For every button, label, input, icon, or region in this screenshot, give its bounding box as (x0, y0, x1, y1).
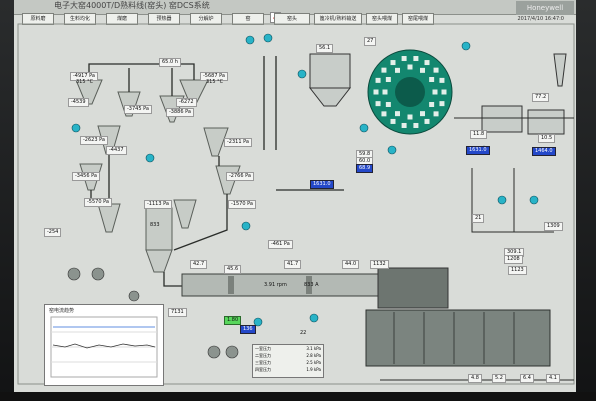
process-value-23[interactable]: 44.0 (342, 260, 360, 269)
process-value-47[interactable]: 4.8 (468, 374, 482, 383)
silo-chute (381, 111, 387, 117)
silo-chute (439, 101, 445, 107)
process-value-46[interactable]: 1309 (544, 222, 563, 231)
homogenizing-silo (367, 49, 453, 135)
silo-chute (429, 77, 435, 82)
silo-chute (395, 67, 400, 73)
row-value: 2.5 kPa (306, 360, 321, 365)
row-key: 二室压力 (255, 353, 271, 358)
process-value-6[interactable]: -6272 (176, 98, 197, 107)
silo-chute (381, 67, 387, 73)
preheater-tower (75, 79, 241, 273)
process-value-16[interactable]: -1570 Pa (228, 200, 256, 209)
silo-chute (439, 77, 445, 83)
process-value-43[interactable]: 1208 (504, 255, 523, 264)
process-value-20[interactable]: 42.7 (190, 260, 208, 269)
silo-chute (432, 89, 438, 95)
silo-chute (385, 77, 391, 82)
process-value-8[interactable]: -3886 Pa (166, 108, 194, 117)
process-value-19[interactable]: -461 Pa (268, 240, 293, 249)
row-value: 1.9 kPa (306, 367, 321, 372)
table-row: 一室压力 3.1 kPa (253, 345, 323, 352)
pressure-table: 一室压力 3.1 kPa 二室压力 2.8 kPa 三室压力 2.5 kPa 四室压力 1.9… (252, 344, 324, 378)
process-value-0[interactable]: 65.0 h (159, 58, 181, 67)
silo-chute (407, 114, 413, 120)
process-value-41[interactable]: 1464.0 (532, 147, 556, 156)
trend-chart (50, 316, 158, 378)
process-value-2[interactable]: 315 °C (74, 79, 95, 86)
silo-chute (424, 60, 430, 66)
table-row: 四室压力 1.9 kPa (253, 366, 323, 373)
silo-chute (401, 122, 407, 128)
process-value-40[interactable]: 10.5 (538, 134, 556, 143)
process-value-5[interactable]: -4539 (68, 98, 89, 107)
silo-chute (395, 111, 400, 117)
silo-chute (413, 122, 419, 128)
silo-chute (382, 89, 388, 95)
process-value-32[interactable]: 27 (364, 37, 377, 46)
monitor-bottom (0, 392, 596, 401)
clinker-cooler (365, 309, 551, 367)
silo-chute (433, 111, 439, 117)
table-row: 二室压力 2.8 kPa (253, 352, 323, 359)
dcs-screen: 电子大窑4000T/D熟料线(窑头) 窑DCS系统 Honeywell ✓ 20… (14, 0, 576, 392)
silo-chute (385, 102, 391, 107)
silo-chute (401, 56, 407, 62)
process-value-30[interactable]: 22 (298, 330, 308, 337)
row-key: 三室压力 (255, 360, 271, 365)
row-value: 3.1 kPa (306, 346, 321, 351)
process-value-14[interactable]: -5570 Pa (84, 198, 112, 207)
silo-chute (433, 67, 439, 73)
process-value-27[interactable]: 7131 (168, 308, 187, 317)
silo-chute (441, 89, 447, 95)
silo-chute (390, 60, 396, 66)
process-value-7[interactable]: -3745 Pa (124, 105, 152, 114)
silo-chute (373, 89, 379, 95)
process-value-17[interactable]: 833 (148, 222, 162, 229)
silo-chute (413, 56, 419, 62)
process-value-10[interactable]: -4437 (106, 146, 127, 155)
silo-chute (429, 102, 435, 107)
silo-chute (420, 67, 425, 73)
process-value-39[interactable]: 1631.0 (466, 146, 490, 155)
process-value-49[interactable]: 6.4 (520, 374, 534, 383)
process-value-37[interactable]: 77.2 (532, 93, 550, 102)
table-row: 三室压力 2.5 kPa (253, 359, 323, 366)
process-value-50[interactable]: 4.1 (546, 374, 560, 383)
trend-title: 窑电流趋势 (49, 308, 75, 314)
process-value-45[interactable]: 21 (472, 214, 485, 223)
process-value-29[interactable]: 136 (240, 325, 256, 334)
process-value-13[interactable]: -2766 Pa (226, 172, 254, 181)
silo-chute (407, 64, 413, 70)
process-value-26[interactable]: 833 A (302, 282, 321, 289)
process-value-12[interactable]: -3456 Pa (72, 172, 100, 181)
row-key: 四室压力 (255, 367, 271, 372)
process-value-44[interactable]: 1123 (508, 266, 527, 275)
row-key: 一室压力 (255, 346, 271, 351)
process-value-31[interactable]: 56.1 (316, 44, 334, 53)
process-value-9[interactable]: -2623 Pa (80, 136, 108, 145)
process-value-36[interactable]: 1631.0 (310, 180, 334, 189)
silo-chute (390, 118, 396, 124)
silo-chute (420, 111, 425, 117)
process-value-18[interactable]: -254 (44, 228, 62, 237)
row-value: 2.8 kPa (306, 353, 321, 358)
process-value-48[interactable]: 5.2 (492, 374, 506, 383)
process-value-24[interactable]: 1132 (370, 260, 389, 269)
process-value-11[interactable]: -2311 Pa (224, 138, 252, 147)
process-value-22[interactable]: 41.7 (284, 260, 302, 269)
silo-chute (424, 118, 430, 124)
silo-chute (375, 101, 381, 107)
process-value-15[interactable]: -1113 Pa (144, 200, 172, 209)
process-value-35[interactable]: 68.9 (356, 164, 374, 173)
trend-panel[interactable]: 窑电流趋势 (44, 304, 164, 386)
coal-silo (308, 53, 352, 107)
process-value-25[interactable]: 3.91 rpm (262, 282, 289, 289)
process-value-4[interactable]: 315 °C (204, 79, 225, 86)
process-value-38[interactable]: 11.8 (470, 130, 488, 139)
silo-chute (375, 77, 381, 83)
process-value-28[interactable]: 1.80 (224, 316, 242, 325)
process-value-21[interactable]: 45.6 (224, 265, 242, 274)
